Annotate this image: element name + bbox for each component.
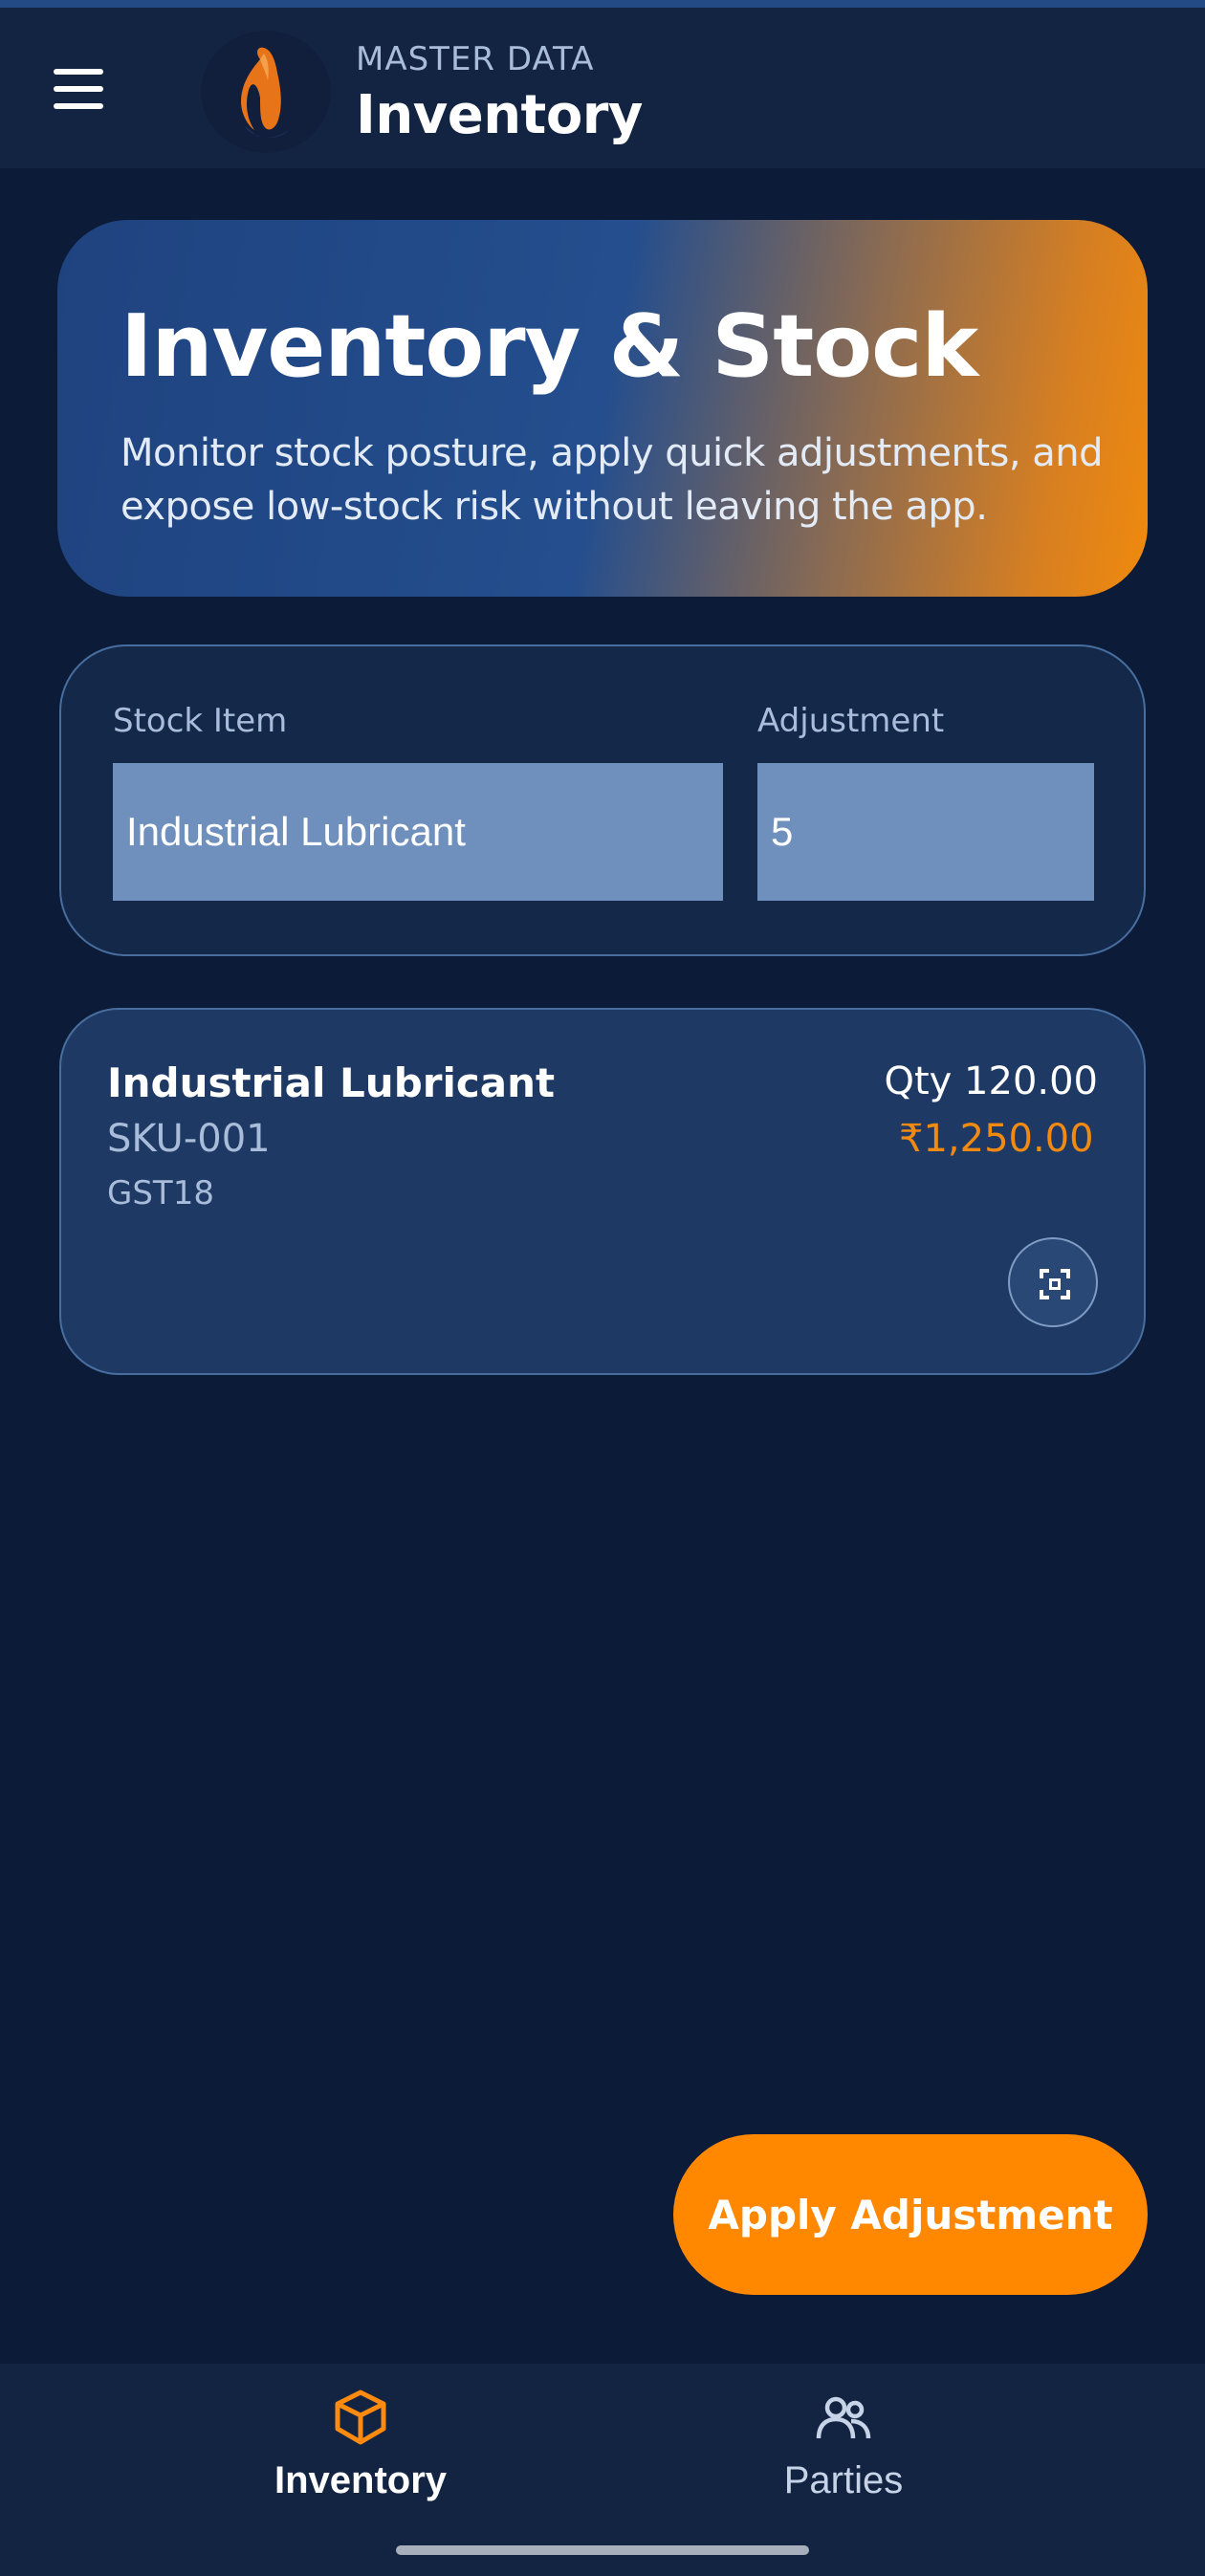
nav-item-parties[interactable]: Parties: [652, 2364, 1035, 2555]
nav-label-parties: Parties: [783, 2459, 904, 2501]
hero-banner: Inventory & Stock Monitor stock posture,…: [57, 220, 1148, 597]
home-indicator: [396, 2545, 809, 2555]
item-price: ₹1,250.00: [899, 1117, 1094, 1161]
nav-item-inventory[interactable]: Inventory: [169, 2364, 552, 2555]
people-icon: [816, 2396, 871, 2439]
top-accent-strip: [0, 0, 1205, 8]
appbar-overline: MASTER DATA: [356, 40, 595, 78]
adjustment-input[interactable]: [757, 763, 1094, 901]
item-sku: SKU-001: [107, 1117, 271, 1161]
item-name: Industrial Lubricant: [107, 1059, 556, 1106]
adjustment-label: Adjustment: [757, 702, 945, 740]
stock-item-label: Stock Item: [113, 702, 288, 740]
stock-item-input[interactable]: [113, 763, 723, 901]
scan-icon: [1040, 1269, 1070, 1299]
scan-button[interactable]: [1008, 1237, 1098, 1327]
cube-icon: [335, 2390, 386, 2445]
bottom-navigation: Inventory Parties: [0, 2364, 1205, 2576]
adjustment-form-card: Stock Item Adjustment: [59, 644, 1146, 956]
hamburger-menu-icon[interactable]: [50, 67, 111, 113]
hero-subtitle: Monitor stock posture, apply quick adjus…: [120, 431, 1104, 529]
item-tax-code: GST18: [107, 1174, 214, 1212]
nav-label-inventory: Inventory: [274, 2459, 448, 2501]
page-title: Inventory: [356, 84, 643, 146]
stock-item-card[interactable]: Industrial Lubricant SKU-001 GST18 Qty 1…: [59, 1008, 1146, 1375]
hero-title: Inventory & Stock: [120, 296, 978, 397]
item-quantity: Qty 120.00: [884, 1059, 1098, 1103]
app-bar: MASTER DATA Inventory: [0, 8, 1205, 168]
apply-adjustment-button[interactable]: Apply Adjustment: [673, 2134, 1148, 2295]
conch-shell-logo: [201, 31, 331, 153]
